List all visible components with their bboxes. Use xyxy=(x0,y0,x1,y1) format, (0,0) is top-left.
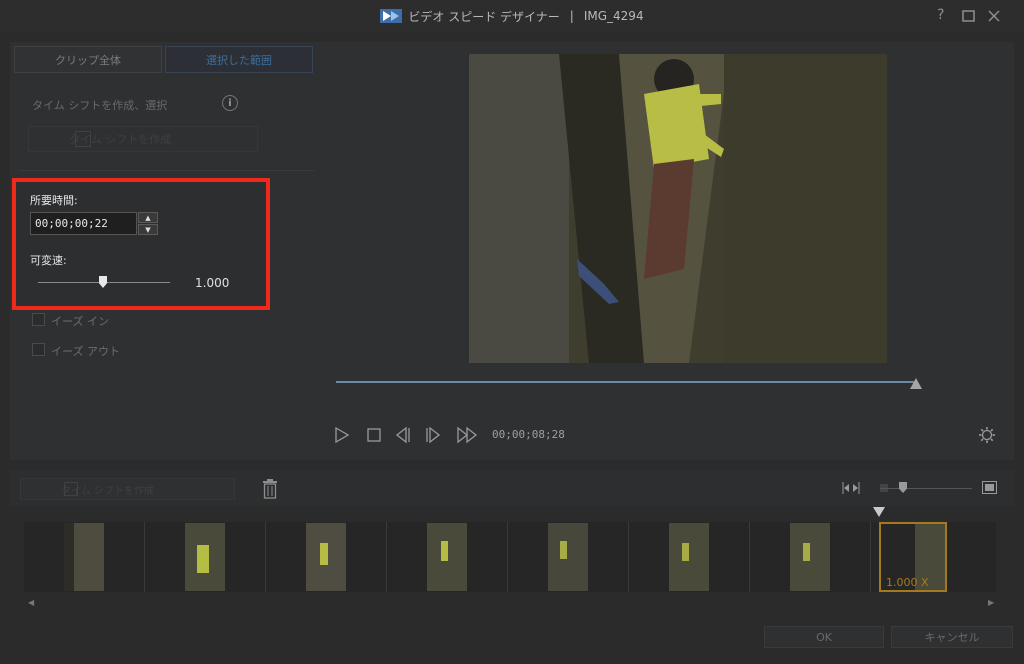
create-timeshift-button[interactable]: タイム シフトを作成 xyxy=(28,126,258,152)
ease-in-checkbox[interactable] xyxy=(32,313,45,326)
help-icon[interactable]: ? xyxy=(937,7,944,23)
frame-thumbnail xyxy=(64,523,104,591)
timeline-frame xyxy=(24,522,145,592)
timeline-frame xyxy=(145,522,266,592)
divider xyxy=(18,170,314,171)
fast-forward-icon[interactable] xyxy=(456,426,478,444)
window-title: ビデオ スピード デザイナー | IMG_4294 xyxy=(0,0,1024,32)
next-frame-icon[interactable] xyxy=(424,426,442,444)
frame-thumbnail xyxy=(548,523,588,591)
maximize-icon[interactable] xyxy=(962,10,975,26)
zoom-slider-track[interactable] xyxy=(880,488,972,489)
playback-time: 00;00;08;28 xyxy=(492,428,565,441)
info-icon[interactable]: i xyxy=(222,95,238,111)
frame-thumbnail xyxy=(669,523,709,591)
play-icon[interactable] xyxy=(333,426,351,444)
ok-button[interactable]: OK xyxy=(764,626,884,648)
settings-gear-icon[interactable] xyxy=(978,426,996,444)
app-logo-icon xyxy=(380,9,403,23)
close-icon[interactable] xyxy=(988,10,1000,26)
highlight-box xyxy=(12,178,270,310)
stop-icon[interactable] xyxy=(365,426,383,444)
frame-thumbnail xyxy=(790,523,830,591)
timeline-frame xyxy=(387,522,508,592)
frame-thumbnail xyxy=(306,523,346,591)
timeshift-label: タイム シフトを作成、選択 xyxy=(32,99,168,112)
selected-range-speed: 1.000 X xyxy=(886,576,929,589)
ease-out-checkbox[interactable] xyxy=(32,343,45,356)
file-name: IMG_4294 xyxy=(583,9,644,23)
timeline-frame xyxy=(750,522,871,592)
ease-in-label: イーズ イン xyxy=(51,315,109,328)
timeline-frame xyxy=(629,522,750,592)
frame-thumbnail xyxy=(427,523,467,591)
zoom-in-icon[interactable] xyxy=(982,481,997,494)
app-name: ビデオ スピード デザイナー xyxy=(408,9,560,24)
add-timeshift-icon xyxy=(75,131,91,147)
previous-frame-icon[interactable] xyxy=(394,426,412,444)
ease-out-label: イーズ アウト xyxy=(51,345,120,358)
title-separator: | xyxy=(569,9,574,23)
fit-timeline-icon[interactable] xyxy=(842,482,860,494)
frame-thumbnail xyxy=(185,523,225,591)
trash-icon[interactable] xyxy=(261,479,279,499)
timeline-create-timeshift-button[interactable]: タイム シフトを作成 xyxy=(20,478,235,500)
video-preview xyxy=(469,54,887,363)
add-timeshift-icon xyxy=(64,482,78,496)
tab-entire-clip[interactable]: クリップ全体 xyxy=(14,46,162,73)
scroll-right-icon[interactable]: ▶ xyxy=(988,598,994,607)
scroll-left-icon[interactable]: ◀ xyxy=(28,598,34,607)
timeline-frame xyxy=(266,522,387,592)
playback-progress[interactable] xyxy=(336,381,916,383)
timeline-frame xyxy=(508,522,629,592)
cancel-button[interactable]: キャンセル xyxy=(891,626,1013,648)
tab-selected-range[interactable]: 選択した範囲 xyxy=(165,46,313,73)
